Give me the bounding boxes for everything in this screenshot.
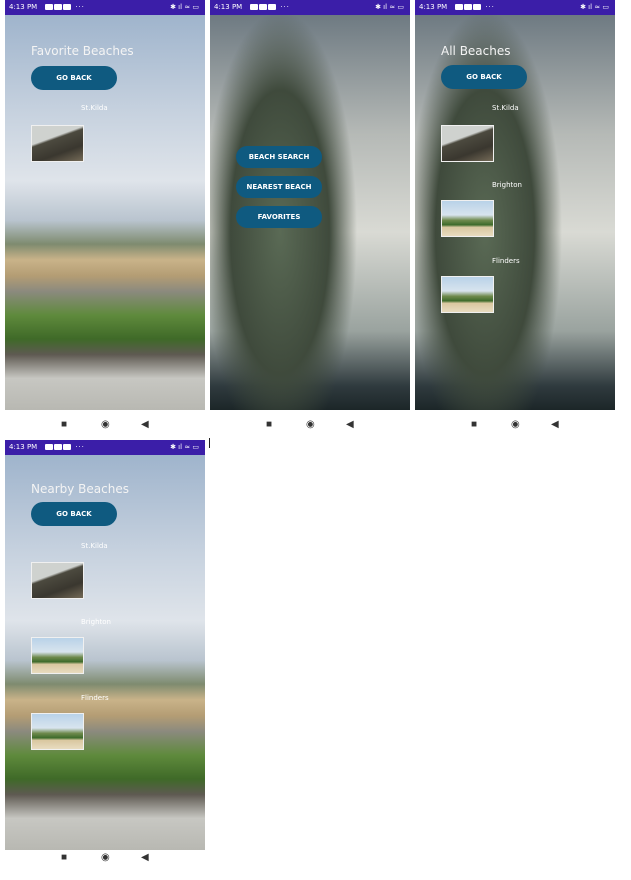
notification-icon bbox=[455, 4, 463, 10]
beach-name-stkilda: St.Kilda bbox=[81, 542, 108, 550]
favorites-button[interactable]: FAVORITES bbox=[236, 206, 322, 228]
notification-icon bbox=[54, 4, 62, 10]
phone-home: 4:13 PM ··· ✱ ıl ≈ ▭ BEACH SEARCH NEARES… bbox=[210, 0, 410, 440]
notification-icon bbox=[250, 4, 258, 10]
home-icon[interactable]: ◉ bbox=[511, 419, 520, 430]
screen-favorites: Favorite Beaches GO BACK St.Kilda bbox=[5, 15, 205, 410]
back-icon[interactable]: ◀ bbox=[551, 419, 559, 430]
go-back-button[interactable]: GO BACK bbox=[441, 65, 527, 89]
beach-image-brighton[interactable] bbox=[31, 637, 84, 674]
screen-nearby-beaches: Nearby Beaches GO BACK St.Kilda Brighton… bbox=[5, 455, 205, 850]
status-time: 4:13 PM bbox=[9, 3, 38, 11]
beach-image-flinders[interactable] bbox=[31, 713, 84, 750]
recents-icon[interactable]: ■ bbox=[61, 419, 67, 430]
text-cursor bbox=[209, 438, 210, 448]
beach-name-brighton: Brighton bbox=[81, 618, 111, 626]
notification-icon bbox=[473, 4, 481, 10]
go-back-button[interactable]: GO BACK bbox=[31, 66, 117, 90]
recents-icon[interactable]: ■ bbox=[471, 419, 477, 430]
page-title: All Beaches bbox=[441, 44, 511, 58]
phone-nearby-beaches: 4:13 PM ··· ✱ ıl ≈ ▭ Nearby Beaches GO B… bbox=[5, 440, 205, 880]
notification-icons: ··· bbox=[45, 440, 85, 455]
status-bar: 4:13 PM ··· ✱ ıl ≈ ▭ bbox=[210, 0, 410, 15]
status-time: 4:13 PM bbox=[419, 3, 448, 11]
nav-bar: ■ ◉ ◀ bbox=[210, 410, 410, 440]
notification-icons: ··· bbox=[455, 0, 495, 15]
back-icon[interactable]: ◀ bbox=[141, 852, 149, 863]
notification-icon bbox=[464, 4, 472, 10]
beach-image-flinders[interactable] bbox=[441, 276, 494, 313]
phone-all-beaches: 4:13 PM ··· ✱ ıl ≈ ▭ All Beaches GO BACK… bbox=[415, 0, 615, 440]
status-time: 4:13 PM bbox=[9, 443, 38, 451]
beach-name-stkilda: St.Kilda bbox=[492, 104, 519, 112]
page-title: Favorite Beaches bbox=[31, 44, 134, 58]
beach-search-button[interactable]: BEACH SEARCH bbox=[236, 146, 322, 168]
more-notifications-text: ··· bbox=[280, 3, 290, 11]
nav-bar: ■ ◉ ◀ bbox=[5, 850, 205, 880]
nav-bar: ■ ◉ ◀ bbox=[5, 410, 205, 440]
system-icons: ✱ ıl ≈ ▭ bbox=[170, 3, 199, 11]
go-back-button[interactable]: GO BACK bbox=[31, 502, 117, 526]
screen-all-beaches: All Beaches GO BACK St.Kilda Brighton Fl… bbox=[415, 15, 615, 410]
home-icon[interactable]: ◉ bbox=[101, 419, 110, 430]
page-title: Nearby Beaches bbox=[31, 482, 129, 496]
system-icons: ✱ ıl ≈ ▭ bbox=[580, 3, 609, 11]
status-bar: 4:13 PM ··· ✱ ıl ≈ ▭ bbox=[5, 440, 205, 455]
status-bar: 4:13 PM ··· ✱ ıl ≈ ▭ bbox=[5, 0, 205, 15]
back-icon[interactable]: ◀ bbox=[346, 419, 354, 430]
system-icons: ✱ ıl ≈ ▭ bbox=[375, 3, 404, 11]
home-icon[interactable]: ◉ bbox=[101, 852, 110, 863]
beach-name-stkilda: St.Kilda bbox=[81, 104, 108, 112]
recents-icon[interactable]: ■ bbox=[61, 852, 67, 863]
recents-icon[interactable]: ■ bbox=[266, 419, 272, 430]
notification-icon bbox=[259, 4, 267, 10]
nearest-beach-button[interactable]: NEAREST BEACH bbox=[236, 176, 322, 198]
notification-icon bbox=[54, 444, 62, 450]
status-time: 4:13 PM bbox=[214, 3, 243, 11]
more-notifications-text: ··· bbox=[75, 3, 85, 11]
notification-icons: ··· bbox=[250, 0, 290, 15]
status-bar: 4:13 PM ··· ✱ ıl ≈ ▭ bbox=[415, 0, 615, 15]
more-notifications-text: ··· bbox=[485, 3, 495, 11]
beach-image-stkilda[interactable] bbox=[31, 125, 84, 162]
notification-icon bbox=[45, 4, 53, 10]
beach-image-stkilda[interactable] bbox=[441, 125, 494, 162]
notification-icons: ··· bbox=[45, 0, 85, 15]
beach-image-stkilda[interactable] bbox=[31, 562, 84, 599]
more-notifications-text: ··· bbox=[75, 443, 85, 451]
beach-name-flinders: Flinders bbox=[81, 694, 109, 702]
beach-name-brighton: Brighton bbox=[492, 181, 522, 189]
back-icon[interactable]: ◀ bbox=[141, 419, 149, 430]
screen-home: BEACH SEARCH NEAREST BEACH FAVORITES bbox=[210, 15, 410, 410]
notification-icon bbox=[268, 4, 276, 10]
notification-icon bbox=[45, 444, 53, 450]
beach-name-flinders: Flinders bbox=[492, 257, 520, 265]
phone-favorites: 4:13 PM ··· ✱ ıl ≈ ▭ Favorite Beaches GO… bbox=[5, 0, 205, 440]
notification-icon bbox=[63, 444, 71, 450]
system-icons: ✱ ıl ≈ ▭ bbox=[170, 443, 199, 451]
notification-icon bbox=[63, 4, 71, 10]
beach-image-brighton[interactable] bbox=[441, 200, 494, 237]
home-icon[interactable]: ◉ bbox=[306, 419, 315, 430]
nav-bar: ■ ◉ ◀ bbox=[415, 410, 615, 440]
